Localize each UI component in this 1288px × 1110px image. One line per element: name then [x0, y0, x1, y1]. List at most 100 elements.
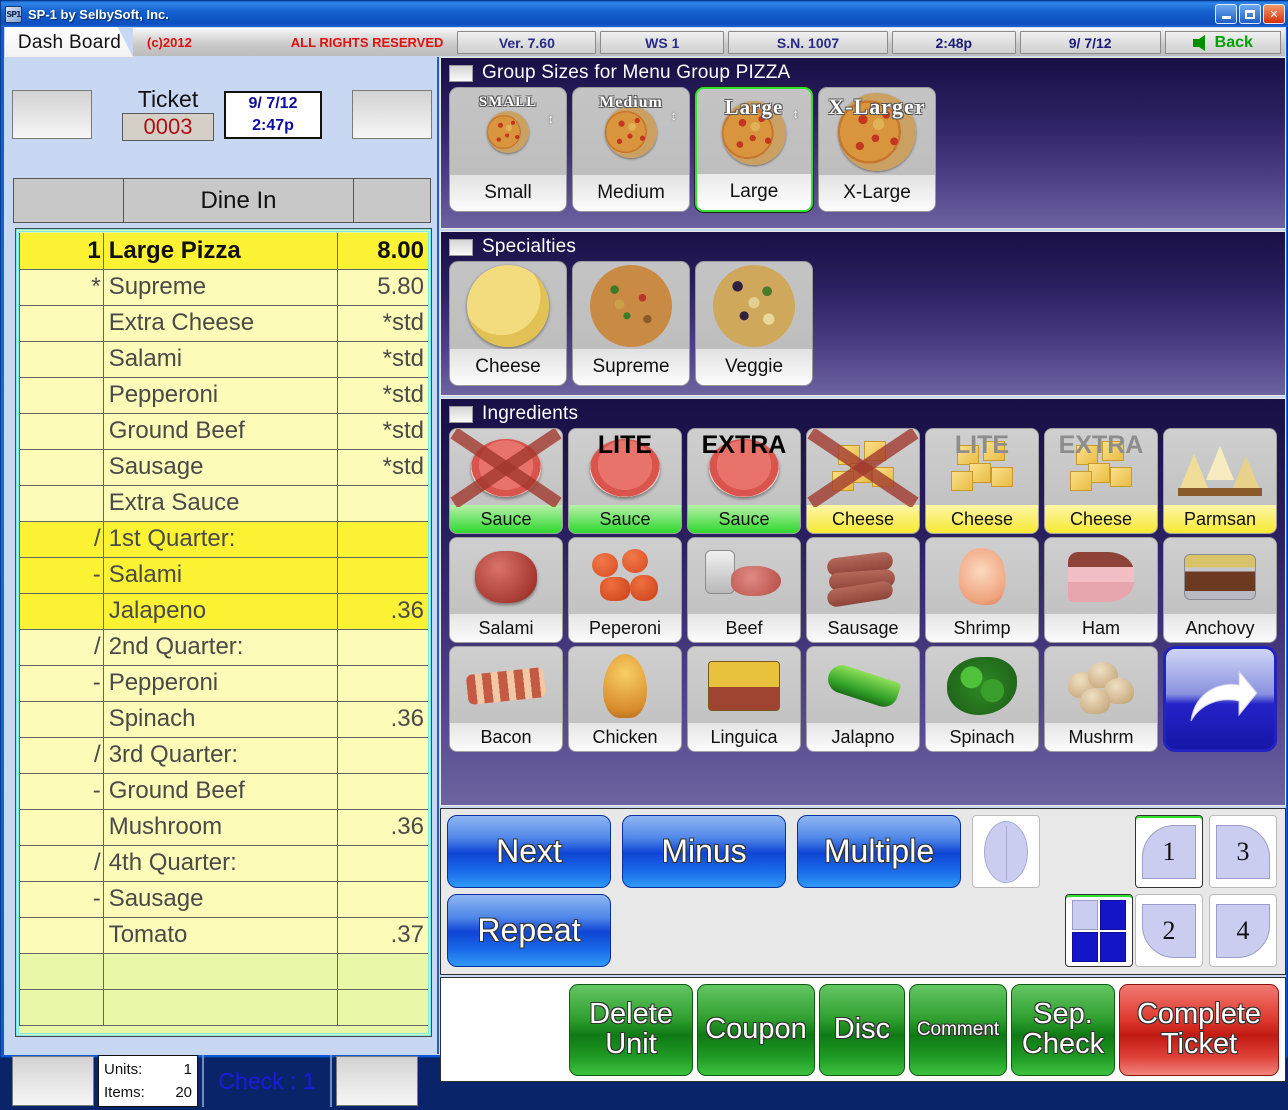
size-button-row: SMALL ↕ Small Medium ↕ Medium Large ↕ Large X-Lar… [441, 84, 1285, 212]
ingredient-button-sauce[interactable]: Sauce [449, 428, 563, 534]
order-type-right-cell[interactable] [354, 179, 430, 222]
header-blank-left[interactable] [12, 90, 92, 139]
size-button-small[interactable]: SMALL ↕ Small [449, 87, 567, 212]
table-row[interactable]: Extra Cheese *std [19, 305, 428, 342]
table-row[interactable]: /1st Quarter: [19, 521, 428, 558]
ingredient-button-extra-sauce[interactable]: EXTRA Sauce [687, 428, 801, 534]
tab-dash-board[interactable]: Dash Board [5, 27, 133, 57]
table-row[interactable]: - Sausage [19, 881, 428, 918]
ingredient-button-extra-cheese[interactable]: EXTRA Cheese [1044, 428, 1158, 534]
footer-blank-left[interactable] [12, 1056, 94, 1106]
table-row[interactable]: Ground Beef *std [19, 413, 428, 450]
table-row[interactable]: Pepperoni *std [19, 377, 428, 414]
table-row[interactable]: 1 Large Pizza 8.00 [19, 233, 428, 270]
coupon-button[interactable]: Coupon [697, 983, 815, 1076]
table-row[interactable]: /3rd Quarter: [19, 737, 428, 774]
ingredient-button-mushrm[interactable]: Mushrm [1044, 646, 1158, 752]
order-cell-amt: .36 [337, 593, 428, 630]
table-row[interactable]: Sausage *std [19, 449, 428, 486]
table-row[interactable]: Jalapeno .36 [19, 593, 428, 630]
ingredient-button-ham[interactable]: Ham [1044, 537, 1158, 643]
back-arrow-button[interactable] [1163, 646, 1277, 752]
disc-button[interactable]: Disc [819, 983, 905, 1076]
whole-pizza-button[interactable] [972, 815, 1040, 888]
ingredient-button-lite-cheese[interactable]: LITE Cheese [925, 428, 1039, 534]
specialty-button-cheese[interactable]: Cheese [449, 261, 567, 386]
table-row[interactable]: - Ground Beef [19, 773, 428, 810]
comment-button[interactable]: Comment [909, 983, 1007, 1076]
ingredient-button-sausage[interactable]: Sausage [806, 537, 920, 643]
button-line: Delete [589, 997, 673, 1030]
panel-toggle-icon[interactable] [449, 64, 473, 82]
specialty-button-supreme[interactable]: Supreme [572, 261, 690, 386]
table-row[interactable]: Extra Sauce [19, 485, 428, 522]
order-type-left-cell[interactable] [14, 179, 124, 222]
ingredient-button-shrimp[interactable]: Shrimp [925, 537, 1039, 643]
minimize-icon[interactable] [1215, 4, 1237, 24]
back-button[interactable]: Back [1164, 31, 1282, 54]
sep-check-button[interactable]: Sep. Check [1011, 983, 1115, 1076]
ingredient-button-spinach[interactable]: Spinach [925, 646, 1039, 752]
repeat-button[interactable]: Repeat [447, 894, 611, 967]
ingredient-button-bacon[interactable]: Bacon [449, 646, 563, 752]
ingredient-button-anchovy[interactable]: Anchovy [1163, 537, 1277, 643]
table-row[interactable]: Tomato .37 [19, 917, 428, 954]
footer-blank-right[interactable] [336, 1056, 418, 1106]
table-row[interactable] [19, 953, 428, 990]
ingredient-button-cheese[interactable]: Cheese [806, 428, 920, 534]
complete-ticket-button[interactable]: Complete Ticket [1119, 983, 1279, 1076]
specialty-button-veggie[interactable]: Veggie [695, 261, 813, 386]
quarters-icon [1072, 899, 1126, 962]
table-row[interactable]: /4th Quarter: [19, 845, 428, 882]
quarter-button-2[interactable]: 2 [1135, 894, 1203, 967]
ingredient-button-beef[interactable]: Beef [687, 537, 801, 643]
close-icon[interactable]: ✕ [1263, 4, 1285, 24]
ingredient-button-salami[interactable]: Salami [449, 537, 563, 643]
items-value: 20 [175, 1084, 192, 1102]
table-row[interactable]: * Supreme 5.80 [19, 269, 428, 306]
order-type-row: Dine In [13, 178, 431, 223]
multiple-button[interactable]: Multiple [797, 815, 961, 888]
order-cell-amt [337, 665, 428, 702]
ingredient-button-label: Chicken [569, 723, 681, 751]
order-type-value[interactable]: Dine In [124, 179, 354, 222]
ingredient-button-peperoni[interactable]: Peperoni [568, 537, 682, 643]
panel-toggle-icon[interactable] [449, 405, 473, 423]
order-cell-amt [337, 953, 428, 990]
minus-button[interactable]: Minus [622, 815, 786, 888]
check-indicator[interactable]: Check : 1 [202, 1055, 332, 1107]
ingredient-button-chicken[interactable]: Chicken [568, 646, 682, 752]
table-row[interactable]: - Salami [19, 557, 428, 594]
client-area: (c)2012 ALL RIGHTS RESERVED Ver. 7.60 WS… [4, 27, 1286, 1107]
size-button-x-large[interactable]: X-Larger ↕ X-Large [818, 87, 936, 212]
quarter-button-3[interactable]: 3 [1209, 815, 1277, 888]
table-row[interactable] [19, 989, 428, 1026]
quarters-toggle-button[interactable] [1065, 894, 1133, 967]
next-button[interactable]: Next [447, 815, 611, 888]
table-row[interactable]: Salami *std [19, 341, 428, 378]
ingredient-button-linguica[interactable]: Linguica [687, 646, 801, 752]
quarter-button-4[interactable]: 4 [1209, 894, 1277, 967]
ingredient-button-lite-sauce[interactable]: LITE Sauce [568, 428, 682, 534]
panel-toggle-icon[interactable] [449, 238, 473, 256]
table-row[interactable]: Spinach .36 [19, 701, 428, 738]
maximize-icon[interactable] [1239, 4, 1261, 24]
size-button-medium[interactable]: Medium ↕ Medium [572, 87, 690, 212]
order-cell-qty [19, 989, 104, 1026]
ingredient-button-jalapno[interactable]: Jalapno [806, 646, 920, 752]
whole-pizza-icon [984, 820, 1028, 883]
table-row[interactable]: Mushroom .36 [19, 809, 428, 846]
delete-unit-button[interactable]: Delete Unit [569, 983, 693, 1076]
order-list[interactable]: 1 Large Pizza 8.00 * Supreme 5.80 Extra Cheese… [15, 228, 432, 1037]
quarters-mode-button[interactable] [1065, 894, 1133, 967]
quarter-button-1[interactable]: 1 [1135, 815, 1203, 888]
order-cell-qty [19, 341, 104, 378]
ingredient-button-parmsan[interactable]: Parmsan [1163, 428, 1277, 534]
order-cell-qty [19, 809, 104, 846]
order-table: 1 Large Pizza 8.00 * Supreme 5.80 Extra Cheese… [19, 233, 428, 1026]
size-button-large[interactable]: Large ↕ Large [695, 87, 813, 212]
table-row[interactable]: /2nd Quarter: [19, 629, 428, 666]
table-row[interactable]: - Pepperoni [19, 665, 428, 702]
button-line: Comment [916, 1018, 1000, 1040]
header-blank-right[interactable] [352, 90, 432, 139]
